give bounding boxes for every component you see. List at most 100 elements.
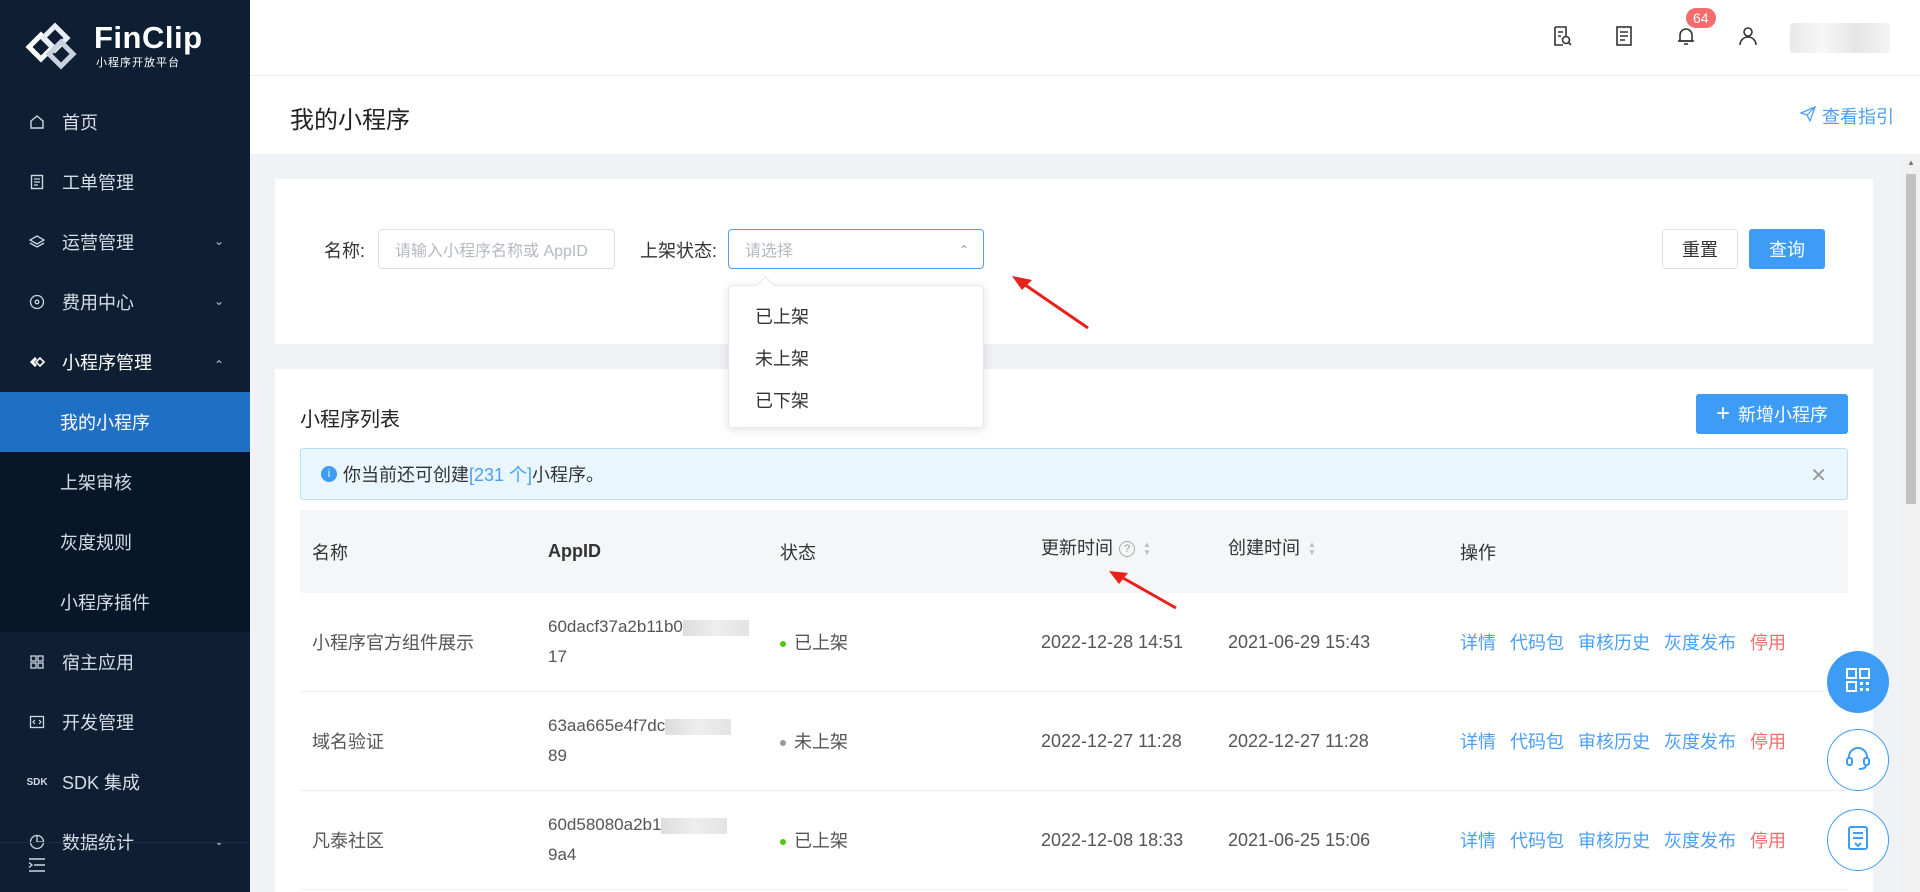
appid-line: 63aa665e4f7dc <box>548 716 666 735</box>
detail-link[interactable]: 详情 <box>1460 633 1496 653</box>
code-package-link[interactable]: 代码包 <box>1510 633 1564 653</box>
list-title: 小程序列表 <box>300 409 400 431</box>
sidebar-item-label: 工单管理 <box>62 173 134 193</box>
collapse-sidebar-button[interactable] <box>0 842 250 892</box>
review-history-link[interactable]: 审核历史 <box>1578 633 1650 653</box>
redacted-block <box>665 718 732 735</box>
close-icon[interactable]: ✕ <box>1810 463 1827 488</box>
sidebar-item-gray-rules[interactable]: 灰度规则 <box>0 512 250 572</box>
sidebar-item-home[interactable]: 首页 <box>0 92 250 152</box>
row-created: 2021-06-25 15:06 <box>1228 829 1371 850</box>
column-header-created[interactable]: 创建时间 ▲ ▼ <box>1228 534 1316 560</box>
user-button[interactable] <box>1728 18 1768 58</box>
status-option-unpublished[interactable]: 未上架 <box>729 338 983 380</box>
row-appid: 60dacf37a2b11b0 17 <box>548 612 749 672</box>
sidebar-item-my-miniprograms[interactable]: 我的小程序 <box>0 392 250 452</box>
code-package-link[interactable]: 代码包 <box>1510 831 1564 851</box>
appid-line: 9a4 <box>548 845 577 864</box>
gray-release-link[interactable]: 灰度发布 <box>1664 633 1736 653</box>
chevron-down-icon: ⌄ <box>213 234 224 248</box>
row-status: 已上架 <box>780 827 848 853</box>
user-icon <box>1737 25 1759 52</box>
view-guide-link[interactable]: 查看指引 <box>1799 103 1894 129</box>
status-select[interactable]: 请选择 ⌃ <box>728 229 984 269</box>
column-header-updated[interactable]: 更新时间? ▲ ▼ <box>1041 534 1151 560</box>
disable-link[interactable]: 停用 <box>1750 732 1786 752</box>
sidebar-item-development[interactable]: 开发管理 <box>0 692 250 752</box>
grid-icon <box>28 653 46 671</box>
logo[interactable]: FinClip 小程序开放平台 <box>0 0 250 92</box>
detail-link[interactable]: 详情 <box>1460 732 1496 752</box>
sidebar-item-tickets[interactable]: 工单管理 <box>0 152 250 212</box>
review-history-link[interactable]: 审核历史 <box>1578 831 1650 851</box>
row-actions: 详情 代码包 审核历史 灰度发布 停用 <box>1460 629 1800 655</box>
status-filter-label: 上架状态: <box>640 241 718 261</box>
qrcode-button[interactable] <box>1827 651 1889 713</box>
sidebar-item-miniprogram-management[interactable]: 小程序管理 ⌃ <box>0 332 250 392</box>
brand-name: FinClip <box>94 20 203 55</box>
status-dot-icon <box>780 839 786 846</box>
scrollbar-thumb[interactable] <box>1906 174 1916 504</box>
alert-count: [231 个] <box>469 465 533 485</box>
document-search-button[interactable] <box>1542 18 1582 58</box>
chevron-up-icon: ⌃ <box>958 243 969 257</box>
sidebar-item-review[interactable]: 上架审核 <box>0 452 250 512</box>
scroll-up-icon[interactable]: ▲ <box>1907 158 1915 167</box>
detail-link[interactable]: 详情 <box>1460 831 1496 851</box>
document-list-button[interactable] <box>1604 18 1644 58</box>
query-button[interactable]: 查询 <box>1749 229 1825 269</box>
sidebar-item-plugins[interactable]: 小程序插件 <box>0 572 250 632</box>
username-redacted[interactable] <box>1790 23 1890 53</box>
status-text: 未上架 <box>794 732 848 752</box>
row-appid: 60d58080a2b1 9a4 <box>548 810 728 870</box>
help-icon[interactable]: ? <box>1119 541 1135 558</box>
name-search-input[interactable]: 请输入小程序名称或 AppID <box>378 229 615 269</box>
status-option-published[interactable]: 已上架 <box>729 296 983 338</box>
miniprogram-submenu: 我的小程序 上架审核 灰度规则 小程序插件 <box>0 392 250 632</box>
home-icon <box>28 113 46 131</box>
sidebar-item-sdk[interactable]: SDK SDK 集成 <box>0 752 250 812</box>
page-scrollbar[interactable]: ▲ <box>1902 154 1920 892</box>
add-miniprogram-button[interactable]: + 新增小程序 <box>1696 394 1848 434</box>
status-text: 已上架 <box>794 633 848 653</box>
miniprogram-list-panel: 小程序列表 + 新增小程序 i 你当前还可创建 [231 个] 小程序。 ✕ 名称 … <box>275 369 1873 892</box>
row-name: 凡泰社区 <box>312 831 384 851</box>
reset-button[interactable]: 重置 <box>1662 229 1738 269</box>
customer-service-button[interactable] <box>1827 729 1889 791</box>
status-option-delisted[interactable]: 已下架 <box>729 380 983 422</box>
row-updated: 2022-12-27 11:28 <box>1041 730 1182 751</box>
code-icon <box>28 713 46 731</box>
document-float-button[interactable] <box>1827 809 1889 871</box>
sidebar-item-host-apps[interactable]: 宿主应用 <box>0 632 250 692</box>
document-icon <box>1846 825 1870 856</box>
status-dropdown: 已上架 未上架 已下架 <box>728 285 984 428</box>
notification-badge: 64 <box>1686 8 1716 28</box>
add-miniprogram-label: 新增小程序 <box>1738 405 1828 425</box>
gray-release-link[interactable]: 灰度发布 <box>1664 732 1736 752</box>
bell-icon <box>1675 25 1697 52</box>
sort-icon[interactable]: ▲ ▼ <box>1143 541 1151 557</box>
code-package-link[interactable]: 代码包 <box>1510 732 1564 752</box>
headset-icon <box>1844 744 1872 777</box>
sidebar-item-label: SDK 集成 <box>62 773 141 793</box>
row-created: 2022-12-27 11:28 <box>1228 730 1369 751</box>
disable-link[interactable]: 停用 <box>1750 831 1786 851</box>
appid-line: 17 <box>548 647 567 666</box>
redacted-block <box>682 619 749 636</box>
chevron-up-icon: ⌃ <box>213 358 224 372</box>
row-updated: 2022-12-28 14:51 <box>1041 631 1184 652</box>
sidebar-item-billing[interactable]: 费用中心 ⌄ <box>0 272 250 332</box>
sidebar-item-operations[interactable]: 运营管理 ⌄ <box>0 212 250 272</box>
notification-button[interactable]: 64 <box>1666 8 1716 58</box>
column-header-name: 名称 <box>312 542 348 563</box>
gray-release-link[interactable]: 灰度发布 <box>1664 831 1736 851</box>
sort-icon[interactable]: ▲ ▼ <box>1308 541 1316 557</box>
annotation-arrow-icon <box>1109 571 1177 610</box>
disable-link[interactable]: 停用 <box>1750 633 1786 653</box>
review-history-link[interactable]: 审核历史 <box>1578 732 1650 752</box>
sidebar-item-label: 小程序管理 <box>62 353 152 373</box>
miniprogram-table: 名称 AppID 状态 更新时间? ▲ ▼ 创建时间 ▲ ▼ 操作 小程序官方组件展示 … <box>300 510 1848 890</box>
table-row: 小程序官方组件展示 60dacf37a2b11b0 17 已上架 2022-12… <box>300 593 1848 692</box>
document-search-icon <box>1551 25 1573 52</box>
appid-line: 60dacf37a2b11b0 <box>548 617 683 636</box>
